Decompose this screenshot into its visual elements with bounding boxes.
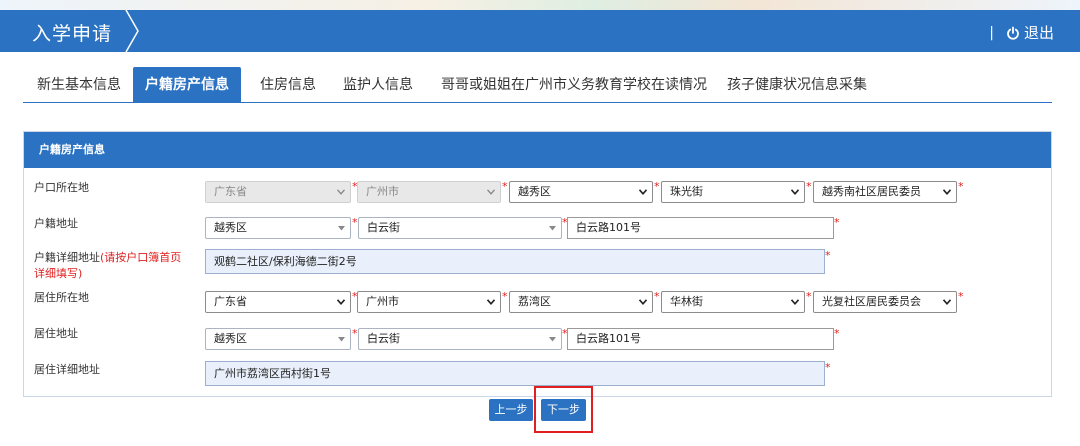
- panel-title: 户籍房产信息: [24, 132, 1051, 168]
- banner-strip: [0, 0, 1080, 10]
- required-mark: *: [352, 216, 358, 229]
- residence-province-select[interactable]: 广东省: [205, 291, 351, 313]
- residence-detail-value: 广州市荔湾区西村街1号: [214, 367, 331, 380]
- hukou-address-label: 户籍地址: [34, 217, 78, 230]
- header-separator: |: [989, 24, 994, 41]
- residence-address-district-select[interactable]: 越秀区: [205, 328, 351, 350]
- required-mark: *: [654, 290, 660, 303]
- form-panel: 户籍房产信息 户口所在地 广东省 * 广州市 * 越秀区 * 珠光街 * 越秀南…: [23, 131, 1052, 397]
- required-mark: *: [352, 327, 358, 340]
- residence-community-select[interactable]: 光复社区居民委员会: [813, 291, 957, 313]
- prev-step-button[interactable]: 上一步: [489, 399, 533, 421]
- required-mark: *: [502, 290, 508, 303]
- residence-street-select[interactable]: 华林街: [661, 291, 805, 313]
- tab-guardian[interactable]: 监护人信息: [343, 67, 413, 103]
- title-box: 入学申请: [0, 10, 140, 52]
- hukou-address-district-select[interactable]: 越秀区: [205, 217, 351, 239]
- required-mark: *: [502, 180, 508, 193]
- hukou-detail-label: 户籍详细地址(请按户口簿首页详细填写): [34, 250, 184, 282]
- hukou-district-value: 越秀区: [518, 185, 551, 198]
- residence-detail-label: 居住详细地址: [34, 363, 100, 376]
- tab-housing[interactable]: 住房信息: [260, 67, 316, 103]
- required-mark: *: [958, 290, 964, 303]
- hukou-road-input[interactable]: 白云路101号: [567, 217, 834, 239]
- hukou-community-value: 越秀南社区居民委员: [822, 185, 921, 198]
- caret-down-icon: [338, 226, 345, 233]
- required-mark: *: [834, 327, 840, 340]
- chevron-down-icon: [487, 299, 495, 306]
- hukou-detail-value: 观鹤二社区/保利海德二街2号: [214, 255, 357, 268]
- hukou-district-select[interactable]: 越秀区: [509, 181, 653, 203]
- page-title: 入学申请: [32, 23, 113, 45]
- caret-down-icon: [338, 337, 345, 344]
- chevron-down-icon: [791, 189, 799, 196]
- residence-address-label: 居住地址: [34, 327, 78, 340]
- residence-address-street-select[interactable]: 白云街: [358, 328, 562, 350]
- hukou-street-value: 珠光街: [670, 185, 703, 198]
- hukou-street-select[interactable]: 珠光街: [661, 181, 805, 203]
- residence-street-value: 华林街: [670, 295, 703, 308]
- power-icon: [1007, 26, 1019, 40]
- hukou-city-select: 广州市: [357, 181, 501, 203]
- hukou-address-street-value: 白云街: [367, 221, 400, 234]
- required-mark: *: [958, 180, 964, 193]
- tab-hukou-property[interactable]: 户籍房产信息: [133, 67, 241, 103]
- residence-address-street-value: 白云街: [367, 332, 400, 345]
- logout-button[interactable]: 退出: [1006, 22, 1054, 43]
- tab-bar: 新生基本信息 户籍房产信息 住房信息 监护人信息 哥哥或姐姐在广州市义务教育学校…: [23, 67, 1052, 103]
- residence-district-value: 荔湾区: [518, 295, 551, 308]
- chevron-down-icon: [337, 299, 345, 306]
- required-mark: *: [825, 249, 831, 262]
- required-mark: *: [654, 180, 660, 193]
- tab-health[interactable]: 孩子健康状况信息采集: [727, 67, 867, 103]
- hukou-address-district-value: 越秀区: [214, 221, 247, 234]
- residence-road-value: 白云路101号: [576, 332, 641, 345]
- residence-city-value: 广州市: [366, 295, 399, 308]
- chevron-down-icon: [639, 189, 647, 196]
- hukou-province-select: 广东省: [205, 181, 351, 203]
- residence-province-value: 广东省: [214, 295, 247, 308]
- logout-label: 退出: [1023, 24, 1054, 42]
- hukou-location-label: 户口所在地: [34, 181, 89, 194]
- hukou-detail-input[interactable]: 观鹤二社区/保利海德二街2号: [205, 249, 825, 274]
- required-mark: *: [834, 216, 840, 229]
- caret-down-icon: [549, 337, 556, 344]
- residence-address-district-value: 越秀区: [214, 332, 247, 345]
- hukou-address-street-select[interactable]: 白云街: [358, 217, 562, 239]
- hukou-road-value: 白云路101号: [576, 221, 641, 234]
- app-header: 入学申请 | 退出: [0, 10, 1080, 52]
- chevron-down-icon: [337, 189, 345, 196]
- residence-detail-input[interactable]: 广州市荔湾区西村街1号: [205, 361, 825, 386]
- tab-sibling[interactable]: 哥哥或姐姐在广州市义务教育学校在读情况: [441, 67, 707, 103]
- hukou-community-select[interactable]: 越秀南社区居民委员: [813, 181, 957, 203]
- hukou-detail-label-text: 户籍详细地址: [34, 251, 100, 264]
- chevron-down-icon: [943, 189, 951, 196]
- chevron-right-icon: [125, 10, 139, 52]
- hukou-city-value: 广州市: [366, 185, 399, 198]
- residence-city-select[interactable]: 广州市: [357, 291, 501, 313]
- residence-road-input[interactable]: 白云路101号: [567, 328, 834, 350]
- chevron-down-icon: [791, 299, 799, 306]
- chevron-down-icon: [639, 299, 647, 306]
- highlight-box: [534, 386, 593, 433]
- caret-down-icon: [549, 226, 556, 233]
- required-mark: *: [825, 361, 831, 374]
- residence-district-select[interactable]: 荔湾区: [509, 291, 653, 313]
- required-mark: *: [806, 180, 812, 193]
- residence-location-label: 居住所在地: [34, 291, 89, 304]
- required-mark: *: [806, 290, 812, 303]
- header-actions: | 退出: [989, 22, 1054, 43]
- residence-community-value: 光复社区居民委员会: [822, 295, 921, 308]
- chevron-down-icon: [487, 189, 495, 196]
- hukou-province-value: 广东省: [214, 185, 247, 198]
- tab-basic-info[interactable]: 新生基本信息: [37, 67, 121, 103]
- chevron-down-icon: [943, 299, 951, 306]
